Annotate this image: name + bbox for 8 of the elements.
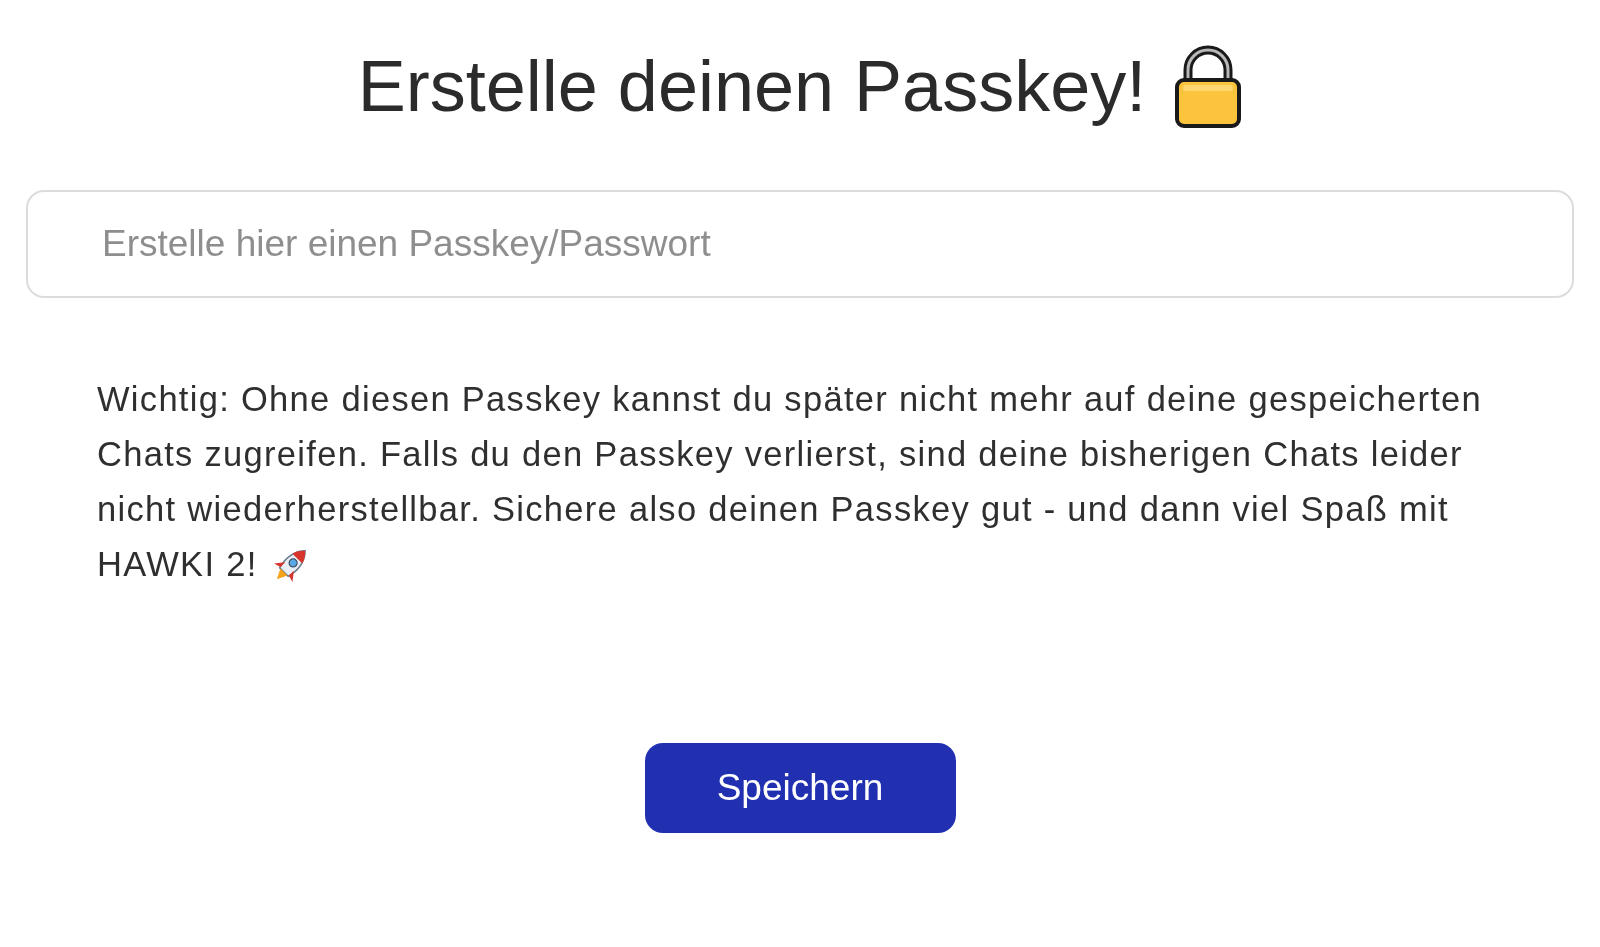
passkey-input[interactable]: Erstelle hier einen Passkey/Passwort <box>26 190 1574 298</box>
notice-text: nicht wiederherstellbar. Sichere also deinen Passkey gut - und dann viel Spaß mit <box>97 489 1449 530</box>
notice-text: Chats zugreifen. Falls du den Passkey verlierst, sind deine bisherigen Chats leider <box>97 434 1463 475</box>
notice-text: Wichtig: Ohne diesen Passkey kannst du später nicht mehr auf deine gespeicherten <box>97 379 1483 420</box>
padlock-icon <box>1174 44 1243 128</box>
notice-text: HAWKI 2! <box>97 544 258 585</box>
page-title: Erstelle deinen Passkey! <box>357 45 1147 128</box>
save-button[interactable]: Speichern <box>644 743 956 833</box>
